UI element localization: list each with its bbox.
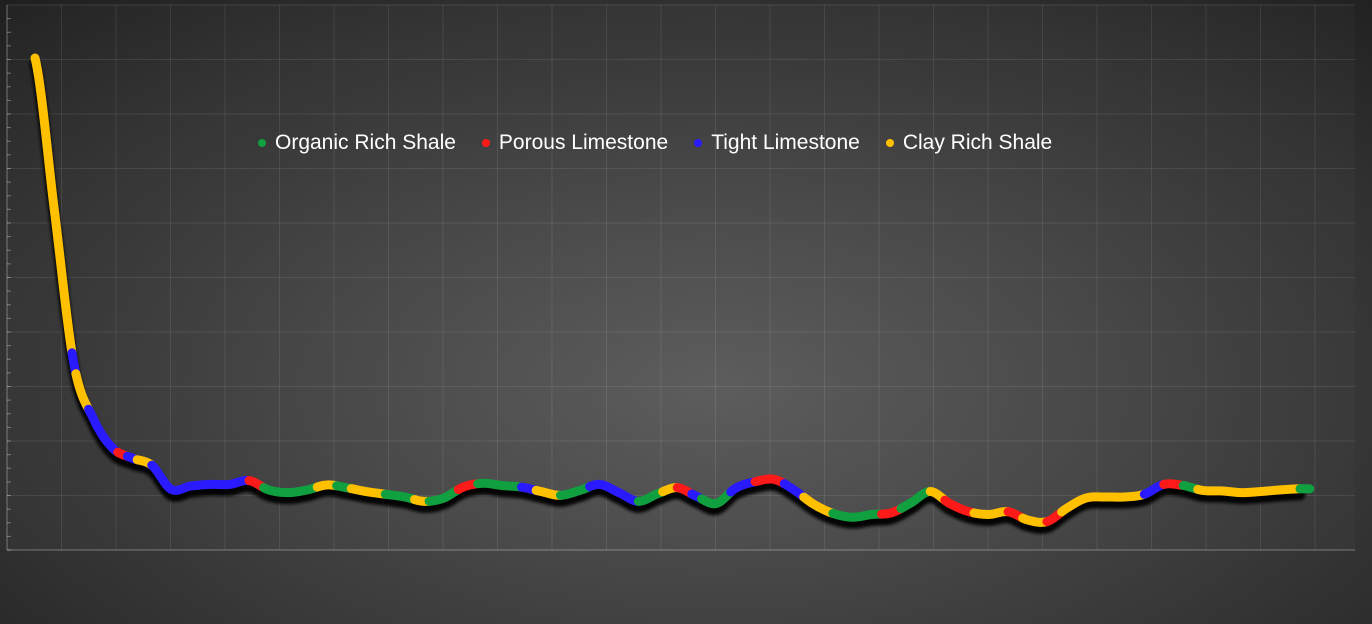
chart xyxy=(6,4,1355,551)
legend-item-tight-limestone: Tight Limestone xyxy=(694,131,860,155)
segment-organic-rich-shale xyxy=(828,508,887,522)
legend-label-organic-rich-shale: Organic Rich Shale xyxy=(275,131,456,154)
segment-clay-rich-shale xyxy=(346,484,390,499)
legend-label-porous-limestone: Porous Limestone xyxy=(498,131,669,154)
legend-marker-organic-rich-shale xyxy=(258,139,266,147)
legend: Organic Rich Shale Porous Limestone Tigh… xyxy=(258,131,1052,155)
legend-marker-tight-limestone xyxy=(694,139,703,147)
legend-label-clay-rich-shale: Clay Rich Shale xyxy=(902,131,1053,154)
legend-item-organic-rich-shale: Organic Rich Shale xyxy=(258,131,456,155)
segment-clay-rich-shale xyxy=(1193,484,1305,498)
legend-item-clay-rich-shale: Clay Rich Shale xyxy=(885,131,1053,155)
legend-label-tight-limestone: Tight Limestone xyxy=(711,131,860,154)
segment-clay-rich-shale xyxy=(969,507,1013,519)
segment-organic-rich-shale xyxy=(473,478,527,492)
legend-marker-porous-limestone xyxy=(481,139,490,147)
legend-marker-clay-rich-shale xyxy=(885,139,894,147)
legend-item-porous-limestone: Porous Limestone xyxy=(481,131,669,155)
